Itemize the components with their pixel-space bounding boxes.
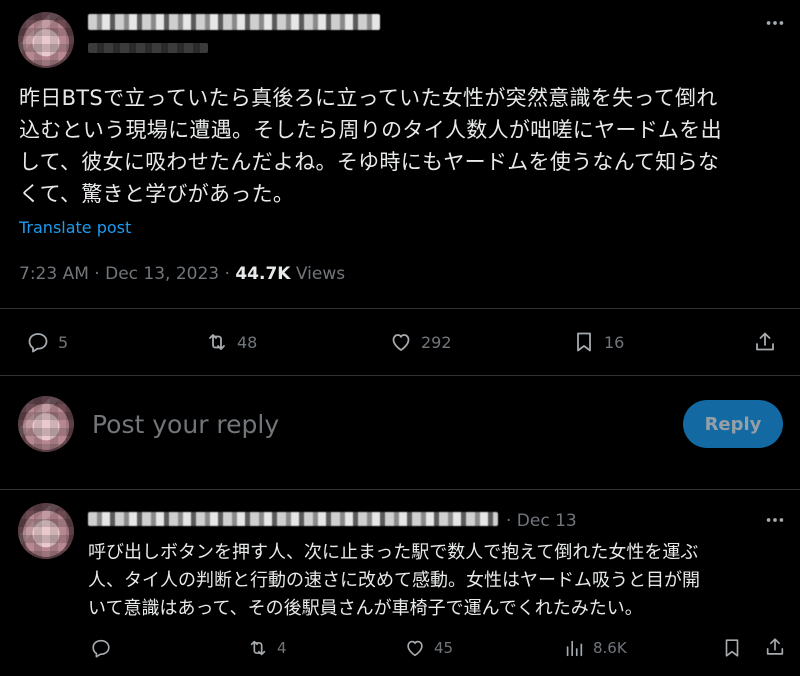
reply-more-button[interactable] [764,509,786,535]
repost-count: 48 [237,332,258,352]
reply-views-action[interactable]: 8.6K [563,637,627,659]
bookmark-count: 16 [604,332,625,352]
share-button[interactable] [753,330,777,354]
author-avatar[interactable] [18,12,74,68]
reply-like-action[interactable]: 45 [404,637,453,659]
repost-icon [250,640,266,656]
author-name-redacted[interactable] [88,14,380,30]
reply-repost-action[interactable]: 4 [247,637,287,659]
divider [0,375,800,376]
more-icon [766,21,784,25]
bookmark-icon [725,639,739,657]
divider [0,489,800,490]
reply-input[interactable]: Post your reply [92,410,279,439]
reply-icon [28,333,48,353]
post-date[interactable]: Dec 13, 2023 [105,264,219,284]
reply-repost-count: 4 [277,639,287,657]
like-action[interactable]: 292 [389,330,452,354]
reply-like-count: 45 [434,639,454,657]
reply-share-button[interactable] [764,636,786,658]
viewer-avatar[interactable] [18,396,74,452]
bookmark-icon [577,332,591,352]
post-meta: 7:23 AM · Dec 13, 2023 · 44.7K Views [19,264,346,284]
like-count: 292 [421,332,452,352]
share-icon [766,638,784,655]
reply-action[interactable]: 5 [26,330,68,354]
post-text: 昨日BTSで立っていたら真後ろに立っていた女性が突然意識を失って倒れ 込むという… [19,86,722,206]
reply-reply-action[interactable] [90,637,112,659]
repost-action[interactable]: 48 [205,330,257,354]
replier-avatar[interactable] [18,503,74,559]
reply-count: 5 [58,332,69,352]
views-count: 44.7K [235,264,291,284]
share-icon [756,332,774,351]
reply-text: 呼び出しボタンを押す人、次に止まった駅で数人で抱えて倒れた女性を運ぶ 人、タイ人… [88,542,700,619]
reply-icon [92,639,110,658]
views-label: Views [295,264,346,284]
post-time[interactable]: 7:23 AM [19,264,89,284]
author-handle-redacted[interactable] [88,43,208,53]
repost-icon [209,334,225,350]
more-icon [766,518,784,522]
reply-bookmark-action[interactable] [721,637,743,659]
like-icon [392,334,410,351]
post-more-button[interactable] [764,12,786,38]
views-icon [566,640,583,657]
replier-name-redacted[interactable] [88,512,498,526]
divider [0,308,800,309]
reply-date[interactable]: · Dec 13 [506,511,577,531]
reply-button[interactable]: Reply [683,400,783,448]
reply-views-count: 8.6K [593,639,627,657]
translate-post-link[interactable]: Translate post [19,218,131,237]
bookmark-action[interactable]: 16 [572,330,624,354]
like-icon [407,640,423,657]
